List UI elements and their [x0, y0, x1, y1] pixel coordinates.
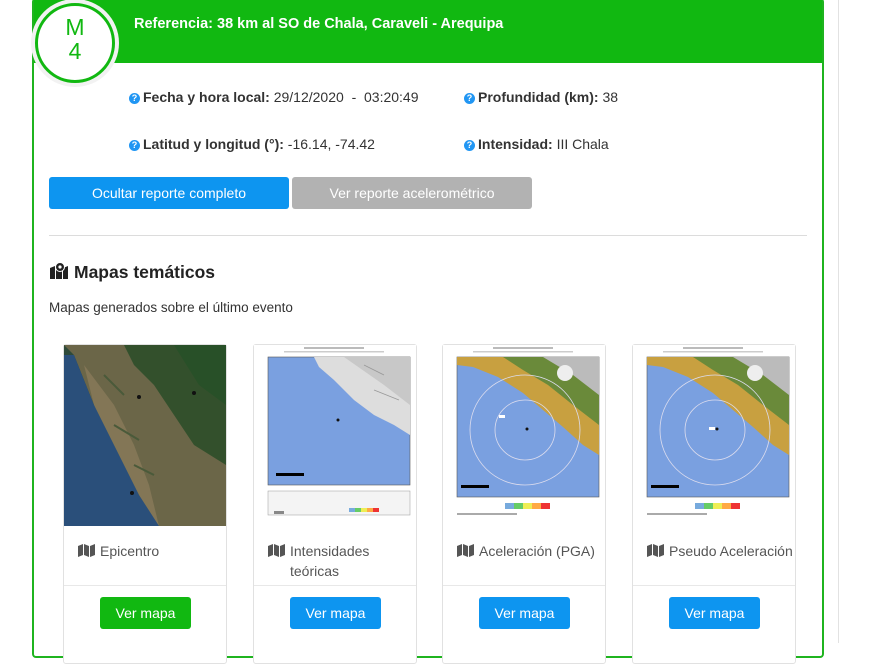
- fecha-label: Fecha y hora local:: [143, 89, 270, 105]
- card-separator: [443, 585, 605, 586]
- view-map-button-aceleracion[interactable]: Ver mapa: [479, 597, 570, 629]
- accelerometric-report-button[interactable]: Ver reporte acelerométrico: [292, 177, 532, 209]
- map-card-epicentro: Epicentro Ver mapa: [63, 344, 227, 664]
- earthquake-report-card: Referencia: 38 km al SO de Chala, Carave…: [32, 0, 824, 664]
- card-separator: [633, 585, 795, 586]
- latlon-label: Latitud y longitud (°):: [143, 136, 284, 152]
- latlon-value: -16.14, -74.42: [287, 136, 375, 152]
- map-marker-icon: [50, 262, 68, 279]
- magnitude-letter: M: [65, 14, 85, 40]
- report-header: Referencia: 38 km al SO de Chala, Carave…: [34, 0, 822, 63]
- help-icon[interactable]: ?: [129, 93, 140, 104]
- map-label-aceleracion: Aceleración (PGA): [457, 541, 595, 561]
- epicentro-thumbnail[interactable]: [64, 345, 226, 526]
- map-icon: [78, 544, 95, 557]
- view-map-button-intensidades[interactable]: Ver mapa: [290, 597, 381, 629]
- hide-report-button[interactable]: Ocultar reporte completo: [49, 177, 289, 209]
- magnitude-badge: M 4: [35, 3, 115, 83]
- map-card-intensidades: Intensidades teóricas Ver mapa: [253, 344, 417, 664]
- fecha-info: ? Fecha y hora local: 29/12/2020 - 03:20:…: [129, 89, 419, 105]
- intensidad-label: Intensidad:: [478, 136, 553, 152]
- view-map-button-epicentro[interactable]: Ver mapa: [100, 597, 191, 629]
- map-label-pseudo-aceleracion: Pseudo Aceleración: [647, 541, 793, 561]
- page-right-border: [838, 0, 839, 643]
- map-icon: [647, 544, 664, 557]
- reference-title: Referencia: 38 km al SO de Chala, Carave…: [134, 16, 504, 32]
- section-title-text: Mapas temáticos: [74, 262, 216, 282]
- map-card-pseudo-aceleracion: Pseudo Aceleración Ver mapa: [632, 344, 796, 664]
- aceleracion-thumbnail[interactable]: [443, 345, 605, 526]
- map-label-epicentro: Epicentro: [78, 541, 159, 561]
- card-separator: [254, 585, 416, 586]
- view-map-button-pseudo-aceleracion[interactable]: Ver mapa: [669, 597, 760, 629]
- map-icon: [268, 544, 285, 557]
- fecha-value: 29/12/2020 - 03:20:49: [273, 89, 419, 105]
- help-icon[interactable]: ?: [464, 140, 475, 151]
- section-subtitle: Mapas generados sobre el último evento: [49, 300, 293, 315]
- map-icon: [457, 544, 474, 557]
- intensidad-value: III Chala: [556, 136, 609, 152]
- map-card-aceleracion: Aceleración (PGA) Ver mapa: [442, 344, 606, 664]
- profundidad-value: 38: [602, 89, 619, 105]
- profundidad-info: ? Profundidad (km): 38: [464, 89, 618, 105]
- card-separator: [64, 585, 226, 586]
- section-divider: [49, 235, 807, 236]
- help-icon[interactable]: ?: [464, 93, 475, 104]
- pseudo-aceleracion-thumbnail[interactable]: [633, 345, 795, 526]
- intensidad-info: ? Intensidad: III Chala: [464, 136, 609, 152]
- magnitude-value: 4: [68, 38, 82, 64]
- section-title: Mapas temáticos: [49, 262, 215, 283]
- intensidades-thumbnail[interactable]: [254, 345, 416, 526]
- map-label-intensidades: Intensidades teóricas: [268, 541, 416, 581]
- profundidad-label: Profundidad (km):: [478, 89, 599, 105]
- help-icon[interactable]: ?: [129, 140, 140, 151]
- latlon-info: ? Latitud y longitud (°): -16.14, -74.42: [129, 136, 375, 152]
